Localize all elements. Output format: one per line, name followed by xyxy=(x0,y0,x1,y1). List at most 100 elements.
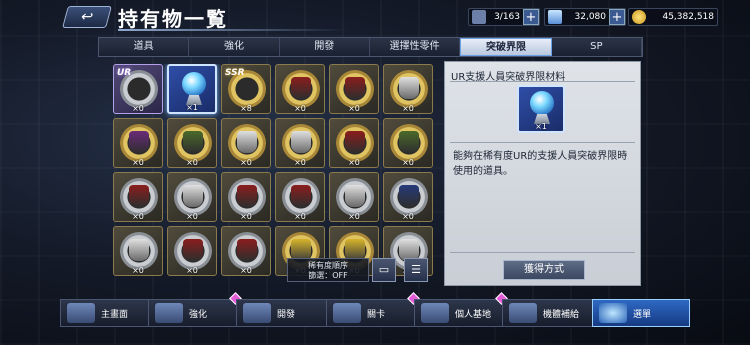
crystal-icon xyxy=(548,10,562,24)
unit-head-icon xyxy=(399,77,419,99)
item-count: ×0 xyxy=(240,212,252,221)
unit-head-icon xyxy=(291,131,311,153)
sort-filter-button[interactable]: 稀有度順序 篩選：OFF xyxy=(287,258,369,282)
category-tabs: 道具 強化 開發 選擇性零件 突破界限 SP xyxy=(98,37,643,57)
nav-home[interactable]: 主畫面 xyxy=(60,299,148,327)
unit-head-icon xyxy=(237,239,257,261)
resource-capacity: 3/163 + xyxy=(468,8,540,26)
tab-optional-parts[interactable]: 選擇性零件 xyxy=(370,38,461,56)
item-slot-selected[interactable]: ×1 xyxy=(167,64,217,114)
item-slot[interactable]: ×0 xyxy=(113,226,163,276)
back-button[interactable]: ↩ xyxy=(62,6,112,28)
item-count: ×0 xyxy=(402,104,414,113)
item-slot[interactable]: ×0 xyxy=(167,226,217,276)
ur-badge: UR xyxy=(117,68,132,78)
unit-head-icon xyxy=(237,131,257,153)
nav-develop[interactable]: 開發 xyxy=(236,299,326,327)
tab-develop[interactable]: 開發 xyxy=(280,38,370,56)
item-slot[interactable]: ×0 xyxy=(113,118,163,168)
item-preview: ×1 xyxy=(517,85,565,133)
nav-supply[interactable]: 機體補給 xyxy=(502,299,592,327)
develop-icon xyxy=(243,303,271,323)
item-count: ×0 xyxy=(294,212,306,221)
tab-limit-break[interactable]: 突破界限 xyxy=(460,38,552,56)
bottom-nav: 主畫面 強化 開發 關卡 個人基地 機體補給 選單 xyxy=(60,292,690,327)
item-slot[interactable]: ×0 xyxy=(167,172,217,222)
item-slot[interactable]: ×0 xyxy=(275,64,325,114)
capacity-plus-button[interactable]: + xyxy=(523,9,539,25)
unit-head-icon xyxy=(183,131,203,153)
item-slot[interactable]: ×0 xyxy=(221,226,271,276)
unit-head-icon xyxy=(129,185,149,207)
item-slot[interactable]: ×0 xyxy=(383,118,433,168)
item-slot[interactable]: SSR ×8 xyxy=(221,64,271,114)
item-slot[interactable]: UR ×0 xyxy=(113,64,163,114)
item-count: ×0 xyxy=(186,212,198,221)
unit-head-icon xyxy=(129,131,149,153)
item-slot[interactable]: ×0 xyxy=(275,172,325,222)
divider xyxy=(450,81,635,82)
list-icon: ▭ xyxy=(378,263,390,276)
item-slot[interactable]: ×0 xyxy=(329,118,379,168)
item-count: ×0 xyxy=(132,104,144,113)
item-count: ×0 xyxy=(348,212,360,221)
home-icon xyxy=(67,303,95,323)
unit-head-icon xyxy=(399,131,419,153)
unit-head-icon xyxy=(291,77,311,99)
coin-value: 45,382,518 xyxy=(662,12,714,22)
item-slot[interactable]: ×0 xyxy=(383,64,433,114)
item-count: ×8 xyxy=(240,104,252,113)
item-count: ×0 xyxy=(402,158,414,167)
view-toggle-button[interactable]: ▭ xyxy=(372,258,396,282)
item-count: ×1 xyxy=(186,103,198,112)
base-icon xyxy=(421,303,449,323)
item-count: ×0 xyxy=(348,104,360,113)
item-count: ×0 xyxy=(132,158,144,167)
capacity-value: 3/163 xyxy=(494,12,520,22)
nav-label: 選單 xyxy=(633,309,652,320)
nav-label: 開發 xyxy=(277,309,296,320)
unit-head-icon xyxy=(237,185,257,207)
supply-icon xyxy=(509,303,537,323)
nav-enhance[interactable]: 強化 xyxy=(148,292,242,327)
unit-head-icon xyxy=(291,185,311,207)
unit-head-icon xyxy=(183,239,203,261)
nav-menu[interactable]: 選單 xyxy=(592,299,690,327)
item-detail-panel: UR支援人員突破界限材料 ×1 能夠在稀有度UR的支援人員突破界限時使用的道具。… xyxy=(444,61,641,286)
item-slot[interactable]: ×0 xyxy=(275,118,325,168)
enhance-icon xyxy=(155,303,183,323)
item-slot[interactable]: ×0 xyxy=(113,172,163,222)
crystal-plus-button[interactable]: + xyxy=(609,9,625,25)
unit-head-icon xyxy=(345,77,365,99)
item-slot[interactable]: ×0 xyxy=(167,118,217,168)
item-slot[interactable]: ×0 xyxy=(221,172,271,222)
item-slot[interactable]: ×0 xyxy=(383,172,433,222)
item-count: ×0 xyxy=(294,104,306,113)
sort-direction-button[interactable]: ☰ xyxy=(404,258,428,282)
nav-base[interactable]: 個人基地 xyxy=(414,292,508,327)
stage-icon xyxy=(333,303,361,323)
unit-head-icon xyxy=(345,131,365,153)
nav-label: 主畫面 xyxy=(101,309,129,320)
ssr-badge: SSR xyxy=(225,68,245,78)
back-icon: ↩ xyxy=(78,9,96,25)
item-grid: UR ×0 ×1 SSR ×8 ×0 ×0 ×0 ×0 ×0 ×0 ×0 ×0 … xyxy=(113,64,433,282)
obtain-method-button[interactable]: 獲得方式 xyxy=(503,260,585,280)
filter-status-label: 篩選：OFF xyxy=(308,271,348,280)
tab-sp[interactable]: SP xyxy=(552,38,642,56)
unit-head-icon xyxy=(183,185,203,207)
item-slot[interactable]: ×0 xyxy=(221,118,271,168)
crystal-value: 32,080 xyxy=(574,12,607,22)
item-slot[interactable]: ×0 xyxy=(329,64,379,114)
nav-stage[interactable]: 關卡 xyxy=(326,292,420,327)
tab-items[interactable]: 道具 xyxy=(99,38,190,56)
nav-label: 強化 xyxy=(189,309,208,320)
divider xyxy=(450,252,635,253)
item-count: ×1 xyxy=(535,122,547,131)
unit-head-icon xyxy=(399,185,419,207)
top-bar: ↩ 持有物一覧 3/163 + 32,080 + 45,382,518 xyxy=(0,0,750,34)
item-count: ×0 xyxy=(132,266,144,275)
item-slot[interactable]: ×0 xyxy=(329,172,379,222)
tab-enhance[interactable]: 強化 xyxy=(189,38,280,56)
orb-icon xyxy=(530,91,554,115)
